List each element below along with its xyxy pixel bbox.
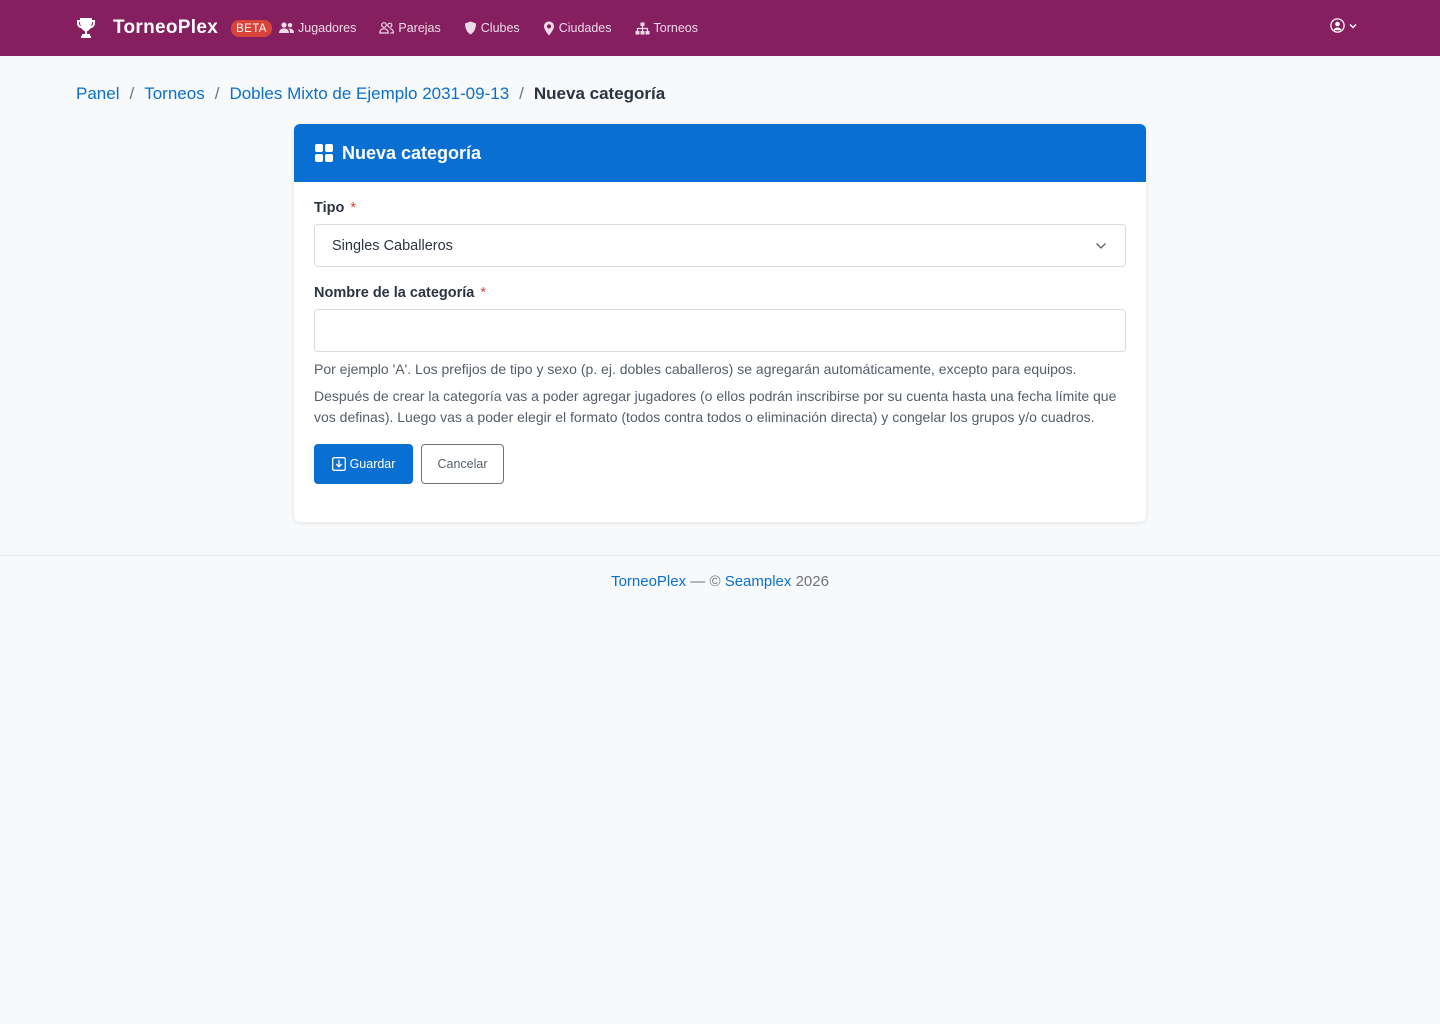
save-button-label: Guardar bbox=[349, 457, 396, 471]
trophy-icon bbox=[77, 18, 95, 38]
breadcrumb-panel[interactable]: Panel bbox=[76, 84, 119, 104]
nav-links: Jugadores Parejas Clubes Ciudades Torneo… bbox=[279, 0, 721, 56]
breadcrumb-torneos[interactable]: Torneos bbox=[144, 84, 204, 104]
sitemap-icon bbox=[635, 22, 650, 34]
users-icon bbox=[279, 22, 294, 33]
nav-link-ciudades[interactable]: Ciudades bbox=[543, 21, 612, 36]
user-pair-icon bbox=[379, 22, 395, 34]
footer-separator: — © bbox=[690, 573, 721, 590]
nombre-input[interactable] bbox=[314, 309, 1126, 352]
form-actions: Guardar Cancelar bbox=[314, 444, 1126, 484]
tipo-select-value: Singles Caballeros bbox=[332, 237, 453, 254]
breadcrumb-separator: / bbox=[214, 84, 220, 103]
grid-icon bbox=[315, 144, 333, 162]
cancel-button[interactable]: Cancelar bbox=[421, 444, 504, 484]
user-circle-icon bbox=[1330, 18, 1345, 33]
breadcrumb-separator: / bbox=[129, 84, 135, 103]
help-text: Por ejemplo 'A'. Los prefijos de tipo y … bbox=[314, 361, 1077, 377]
nav-link-label: Parejas bbox=[398, 21, 441, 35]
nav-link-label: Jugadores bbox=[298, 21, 357, 35]
save-button[interactable]: Guardar bbox=[314, 444, 413, 484]
card-title: Nueva categoría bbox=[342, 142, 482, 163]
shield-icon bbox=[464, 21, 476, 35]
info-text: Después de crear la categoría vas a pode… bbox=[314, 388, 1117, 425]
required-mark: * bbox=[480, 285, 487, 301]
beta-badge: BETA bbox=[231, 19, 272, 37]
breadcrumb-current: Nueva categoría bbox=[533, 84, 666, 103]
required-mark: * bbox=[350, 200, 356, 216]
chevron-down-icon bbox=[1096, 242, 1106, 249]
footer-site-link[interactable]: TorneoPlex bbox=[611, 573, 686, 590]
chevron-down-icon bbox=[1349, 23, 1357, 28]
brand-name[interactable]: TorneoPlex bbox=[113, 17, 218, 39]
nav-link-label: Torneos bbox=[653, 21, 698, 35]
nombre-label-text: Nombre de la categoría bbox=[314, 285, 475, 301]
footer: TorneoPlex — © Seamplex 2026 bbox=[0, 573, 1440, 590]
breadcrumb-separator: / bbox=[519, 84, 524, 103]
nav-link-label: Clubes bbox=[480, 21, 520, 35]
nav-link-label: Ciudades bbox=[558, 21, 612, 35]
brand[interactable]: TorneoPlex BETA bbox=[76, 0, 272, 56]
breadcrumb: Panel / Torneos / Dobles Mixto de Ejempl… bbox=[76, 83, 665, 105]
tipo-label-text: Tipo bbox=[314, 200, 345, 216]
footer-year: 2026 bbox=[795, 573, 829, 590]
card-body: Tipo * Singles Caballeros Nombre de la c… bbox=[294, 182, 1146, 484]
new-category-card: Nueva categoría Tipo * Singles Caballero… bbox=[294, 124, 1146, 522]
nav-link-parejas[interactable]: Parejas bbox=[379, 21, 441, 35]
tipo-select[interactable]: Singles Caballeros bbox=[314, 224, 1126, 267]
footer-company-link[interactable]: Seamplex bbox=[725, 573, 792, 590]
nav-link-jugadores[interactable]: Jugadores bbox=[279, 21, 356, 35]
nav-link-torneos[interactable]: Torneos bbox=[635, 21, 698, 35]
top-navbar: TorneoPlex BETA Jugadores Parejas Clubes… bbox=[0, 0, 1440, 56]
footer-divider bbox=[0, 555, 1440, 556]
tipo-label: Tipo * bbox=[314, 200, 1126, 216]
download-icon bbox=[331, 457, 346, 471]
user-menu[interactable] bbox=[1330, 18, 1357, 33]
card-header: Nueva categoría bbox=[294, 124, 1146, 182]
map-pin-icon bbox=[543, 21, 554, 35]
nombre-label: Nombre de la categoría * bbox=[314, 285, 1126, 301]
breadcrumb-tournament[interactable]: Dobles Mixto de Ejemplo 2031-09-13 bbox=[229, 84, 509, 104]
nav-link-clubes[interactable]: Clubes bbox=[464, 21, 520, 35]
